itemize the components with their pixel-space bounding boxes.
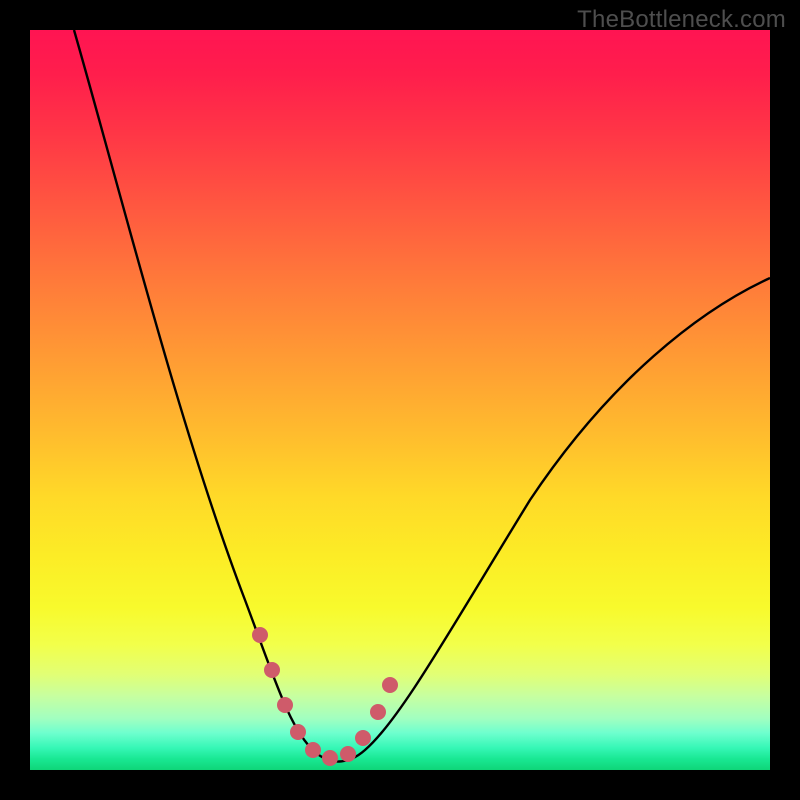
highlight-markers <box>252 627 398 766</box>
chart-frame: TheBottleneck.com <box>0 0 800 800</box>
plot-area <box>30 30 770 770</box>
curve-layer <box>30 30 770 770</box>
bottleneck-curve <box>74 30 770 762</box>
watermark-text: TheBottleneck.com <box>577 6 786 34</box>
